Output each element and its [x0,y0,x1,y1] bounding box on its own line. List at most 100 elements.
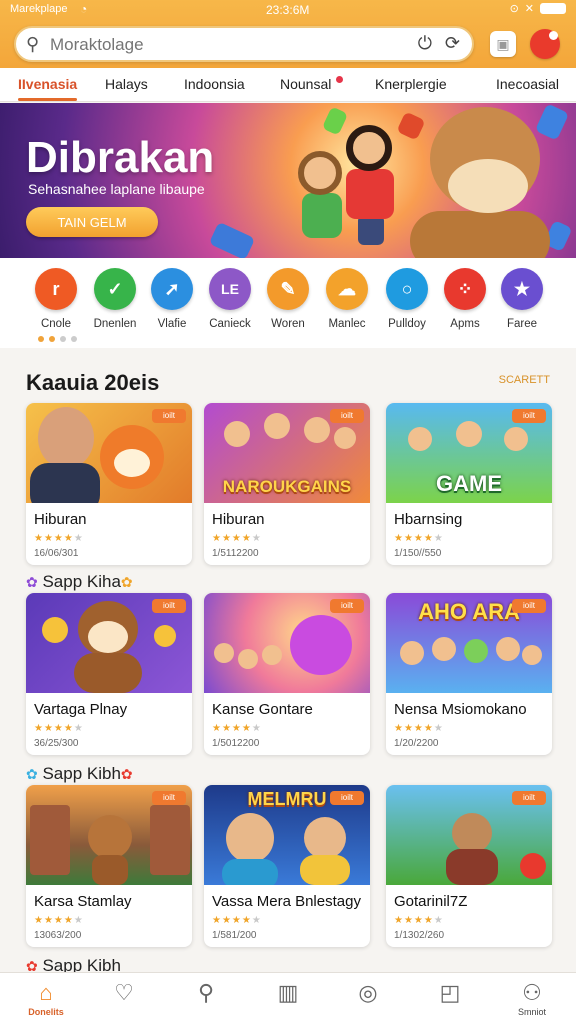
app-card[interactable]: MELMRU ioilt Vassa Mera Bnlestagy ★★★★★ … [204,785,370,947]
fox-character [410,211,550,258]
flower-icon: ✿ [120,766,133,782]
le-icon: LE [209,268,251,310]
confetti-shape [534,103,570,141]
flower-icon: ✿ [26,574,38,590]
bottom-navigation: ⌂ Donelits ♡ ⚲ ▥ ◎ ◰ ⚇ Smniot [0,972,576,1024]
nav-location[interactable]: ♡ [104,981,144,1005]
category-item[interactable]: ✎ Woren [256,268,320,330]
carrier-label: Marekplape [10,3,68,15]
microphone-icon[interactable]: ⏻ [418,33,432,54]
fox-face [448,159,528,213]
banner-title: Dibrakan [26,133,215,182]
battery-icon [540,3,566,14]
card-badge: ioilt [512,599,546,613]
status-icons: ⊙ ✕ [510,2,566,15]
boy-character-body [302,193,342,238]
card-meta: 1/1302/260 [394,930,445,941]
cloud-icon: ☁ [326,268,368,310]
boy-character-head [346,125,392,171]
card-badge: ioilt [330,409,364,423]
note-icon: ◰ [439,980,461,1005]
nav-label: Donelits [28,1007,64,1017]
nav-profile[interactable]: ⚇ Smniot [512,981,552,1018]
nav-pin[interactable]: ⚲ [186,981,226,1005]
category-item[interactable]: ✓ Dnenlen [83,268,147,330]
category-label: Faree [506,318,538,330]
category-item[interactable]: ⁘ Apms [433,268,497,330]
flower-icon: ✿ [120,574,133,590]
search-icon: ⚲ [26,34,40,54]
app-card[interactable]: ioilt Kanse Gontare ★★★★★ 1/5012200 [204,593,370,755]
card-meta: 16/06/301 [34,548,79,559]
tab-2[interactable]: Indoonsia [184,76,245,92]
category-item[interactable]: ★ Faree [490,268,554,330]
card-badge: ioilt [152,409,186,423]
tab-4[interactable]: Knerplergie [375,76,447,92]
category-item[interactable]: ○ Pulldoy [375,268,439,330]
grid-icon: ⁘ [444,268,486,310]
card-title: Hbarnsing [394,511,463,528]
page-dot [49,336,55,342]
search-bar[interactable]: ⚲ ⏻ ⟳ [14,26,474,62]
page-dot [60,336,66,342]
tab-5[interactable]: Inecoasial [496,76,559,92]
card-meta: 1/20/2200 [394,738,439,749]
compass-icon: ➚ [151,268,193,310]
boy-character-legs [358,215,384,245]
card-meta: 1/150//550 [394,548,442,559]
app-card[interactable]: ioilt Vartaga Plnay ★★★★★ 36/25/300 [26,593,192,755]
subsection-label: Sapp Kibh [42,764,121,783]
app-card[interactable]: NAROUKGAINS ioilt Hiburan ★★★★★ 1/511220… [204,403,370,565]
tab-1[interactable]: Halays [105,76,148,92]
scan-button[interactable]: ▣ [490,31,516,57]
signal-icon: ✕ [524,3,534,15]
nav-home[interactable]: ⌂ Donelits [26,980,66,1018]
notification-button[interactable] [530,29,560,59]
card-meta: 13063/200 [34,930,82,941]
see-all-link[interactable]: SCARETT [499,374,550,386]
search-icon: ◎ [358,980,378,1005]
app-card[interactable]: ioilt Hiburan ★★★★★ 16/06/301 [26,403,192,565]
search-input[interactable] [50,34,390,56]
card-badge: ioilt [512,409,546,423]
app-header: Marekplape ◔ 23:3:6M ⊙ ✕ ⚲ ⏻ ⟳ ▣ [0,0,576,68]
carousel-dots [38,336,77,342]
card-title: Vassa Mera Bnlestagy [212,893,361,910]
nav-bag[interactable]: ▥ [268,981,308,1005]
rating-stars: ★★★★★ [394,723,444,734]
card-meta: 36/25/300 [34,738,79,749]
card-badge: ioilt [330,599,364,613]
app-card[interactable]: GAME ioilt Hbarnsing ★★★★★ 1/150//550 [386,403,552,565]
tab-3[interactable]: Nounsal [280,76,331,92]
category-label: Manlec [328,318,366,330]
category-item[interactable]: ☁ Manlec [315,268,379,330]
banner-cta-button[interactable]: TAIN GELM [26,207,158,237]
nav-search[interactable]: ◎ [348,981,388,1005]
category-label: Pulldoy [388,318,426,330]
card-title: Hiburan [212,511,265,528]
category-item[interactable]: LE Canieck [198,268,262,330]
location-icon: ♡ [114,980,134,1005]
camera-icon[interactable]: ⟳ [445,33,460,54]
edit-icon: ✎ [267,268,309,310]
card-title: Hiburan [34,511,87,528]
category-label: Vlafie [157,318,187,330]
rating-stars: ★★★★★ [34,723,84,734]
category-item[interactable]: r Cnole [24,268,88,330]
tab-0[interactable]: IIvenasia [18,76,78,101]
subsection-label: Sapp Kiha [42,572,121,591]
app-card[interactable]: ioilt Karsa Stamlay ★★★★★ 13063/200 [26,785,192,947]
star-icon: ★ [501,268,543,310]
app-card[interactable]: ioilt Gotarinil7Z ★★★★★ 1/1302/260 [386,785,552,947]
clock: 23:3:6M [266,3,310,17]
promo-banner[interactable]: Dibrakan Sehasnahee laplane libaupe TAIN… [0,103,576,258]
app-card[interactable]: AHO ARA ioilt Nensa Msiomokano ★★★★★ 1/2… [386,593,552,755]
confetti-shape [321,106,349,136]
card-badge: ioilt [152,599,186,613]
home-icon: ⌂ [39,980,53,1005]
boy-character-body [346,169,394,219]
category-item[interactable]: ➚ Vlafie [140,268,204,330]
nav-note[interactable]: ◰ [430,981,470,1005]
category-label: Woren [271,318,305,330]
rating-stars: ★★★★★ [394,915,444,926]
